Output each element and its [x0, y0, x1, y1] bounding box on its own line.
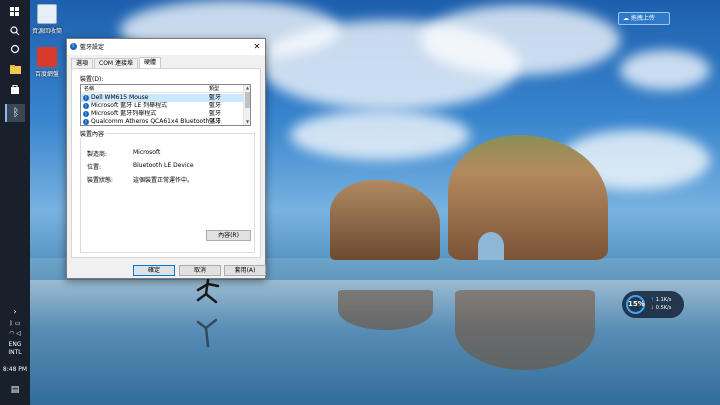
device-type: 藍牙	[209, 118, 222, 125]
dialog-title: 藍牙設定	[80, 44, 105, 51]
recycle-bin-label: 資源回收筒	[32, 28, 63, 35]
ok-button[interactable]: 確定	[133, 265, 175, 276]
list-item[interactable]: ᛒ Microsoft 藍牙 LE 列舉程式 藍牙	[81, 102, 244, 110]
cancel-button[interactable]: 取消	[179, 265, 221, 276]
up-arrow-icon: ↑	[650, 297, 655, 303]
bluetooth-device-icon: ᛒ	[83, 95, 89, 101]
dialog-titlebar[interactable]: ᛒ 藍牙設定 ✕	[67, 39, 265, 55]
battery-icon[interactable]: ▭	[15, 320, 21, 327]
device-type: 藍牙	[209, 94, 222, 101]
device-name: Microsoft 藍牙列舉程式	[91, 110, 157, 117]
bluetooth-icon: ᛒ	[12, 106, 20, 119]
devices-label: 裝置(D):	[80, 76, 104, 83]
upload-drag-label: 拖拽上传	[630, 15, 655, 22]
upload-speed: ↑ 1.1K/s	[650, 297, 671, 303]
apply-button[interactable]: 套用(A)	[224, 265, 266, 276]
bluetooth-device-icon: ᛒ	[83, 119, 89, 125]
action-center-icon[interactable]: ▤	[0, 386, 30, 395]
device-type: 藍牙	[209, 110, 222, 117]
baidu-netdisk-shortcut[interactable]: 百度網盤	[32, 47, 62, 78]
clock[interactable]: 8:48 PM	[0, 366, 30, 374]
store-button[interactable]	[5, 80, 25, 98]
scroll-down-icon[interactable]: ▼	[244, 119, 250, 125]
folder-icon	[9, 65, 21, 74]
cortana-button[interactable]	[5, 40, 25, 58]
device-status-value: 這個裝置正常運作中。	[133, 177, 194, 184]
device-properties-group: 製造商: Microsoft 位置: Bluetooth LE Device 裝…	[80, 133, 255, 253]
volume-icon[interactable]: ◁	[16, 330, 21, 337]
download-speed: ↓ 0.5K/s	[650, 305, 671, 311]
bluetooth-device-icon: ᛒ	[83, 111, 89, 117]
cloud	[420, 5, 620, 75]
bluetooth-icon: ᛒ	[70, 43, 77, 50]
runner-figure	[196, 278, 220, 348]
network-percent: 15%	[626, 295, 645, 314]
bluetooth-device-icon: ᛒ	[83, 103, 89, 109]
list-item[interactable]: ᛒ Qualcomm Atheros QCA61x4 Bluetooth 4.1 …	[81, 118, 244, 125]
down-arrow-icon: ↓	[650, 305, 655, 311]
input-language[interactable]: ENG INTL	[0, 341, 30, 357]
list-item[interactable]: ᛒ Dell WM615 Mouse 藍牙	[81, 94, 244, 102]
wifi-icon[interactable]: ◠	[9, 330, 14, 337]
rock-arch	[478, 232, 504, 260]
column-type[interactable]: 類型	[209, 85, 219, 93]
taskbar: ᛒ › ᛒ ▭ ◠ ◁ ENG INTL 8:48 PM ▤	[0, 0, 30, 405]
file-explorer-button[interactable]	[5, 60, 25, 78]
rock-reflection-left	[338, 290, 433, 330]
lang-line2: INTL	[8, 349, 22, 356]
bluetooth-settings-dialog: ᛒ 藍牙設定 ✕ 選項 COM 連接埠 硬體 裝置(D): 名稱 類型 ᛒ Del…	[66, 38, 266, 279]
device-type: 藍牙	[209, 102, 222, 109]
baidu-netdisk-icon	[37, 47, 57, 67]
device-name: Microsoft 藍牙 LE 列舉程式	[91, 102, 168, 109]
hardware-panel: 裝置(D): 名稱 類型 ᛒ Dell WM615 Mouse 藍牙 ᛒ Micro…	[71, 68, 261, 258]
download-speed-value: 0.5K/s	[655, 305, 672, 311]
device-name: Dell WM615 Mouse	[91, 94, 149, 101]
shopping-bag-icon	[11, 85, 19, 94]
scrollbar-thumb[interactable]	[245, 92, 250, 108]
recycle-bin-shortcut[interactable]: 資源回收筒	[32, 4, 62, 35]
column-name[interactable]: 名稱	[84, 85, 94, 93]
windows-logo-icon	[10, 7, 19, 16]
show-hidden-icons-chevron[interactable]: ›	[0, 308, 30, 316]
rock-reflection-right	[455, 290, 595, 370]
manufacturer-label: 製造商:	[87, 151, 108, 158]
close-icon[interactable]: ✕	[251, 40, 263, 53]
properties-button[interactable]: 內容(R)	[206, 230, 251, 241]
cloud	[620, 50, 710, 90]
device-status-label: 裝置狀態:	[87, 177, 114, 184]
rock-left	[330, 180, 440, 260]
circle-icon	[10, 44, 20, 54]
scroll-up-icon[interactable]: ▲	[244, 85, 250, 91]
bluetooth-taskbar-button[interactable]: ᛒ	[5, 104, 25, 122]
search-icon	[10, 26, 20, 36]
network-speed-widget[interactable]: 15% ↑ 1.1K/s ↓ 0.5K/s	[622, 291, 684, 318]
device-list-scrollbar[interactable]: ▲ ▼	[243, 85, 250, 125]
device-list-header: 名稱 類型	[81, 85, 244, 93]
recycle-bin-icon	[37, 4, 57, 24]
search-button[interactable]	[5, 22, 25, 40]
upload-drag-button[interactable]: ☁ 拖拽上传	[618, 12, 670, 25]
lang-line1: ENG	[8, 341, 22, 348]
upload-speed-value: 1.1K/s	[655, 297, 672, 303]
bluetooth-tray-icon[interactable]: ᛒ	[9, 320, 13, 327]
list-item[interactable]: ᛒ Microsoft 藍牙列舉程式 藍牙	[81, 110, 244, 118]
start-button[interactable]	[5, 3, 25, 21]
manufacturer-value: Microsoft	[133, 149, 161, 156]
baidu-netdisk-label: 百度網盤	[34, 71, 59, 78]
device-properties-label: 裝置內容	[80, 129, 107, 138]
tray-icons: ᛒ ▭	[0, 320, 30, 328]
volume-tray: ◠ ◁	[0, 330, 30, 338]
cloud	[290, 110, 470, 160]
location-value: Bluetooth LE Device	[133, 162, 194, 169]
cloud-upload-icon: ☁	[623, 15, 629, 22]
device-name: Qualcomm Atheros QCA61x4 Bluetooth 4.1	[91, 118, 221, 125]
location-label: 位置:	[87, 164, 102, 171]
device-list[interactable]: 名稱 類型 ᛒ Dell WM615 Mouse 藍牙 ᛒ Microsoft 藍牙…	[80, 84, 251, 126]
